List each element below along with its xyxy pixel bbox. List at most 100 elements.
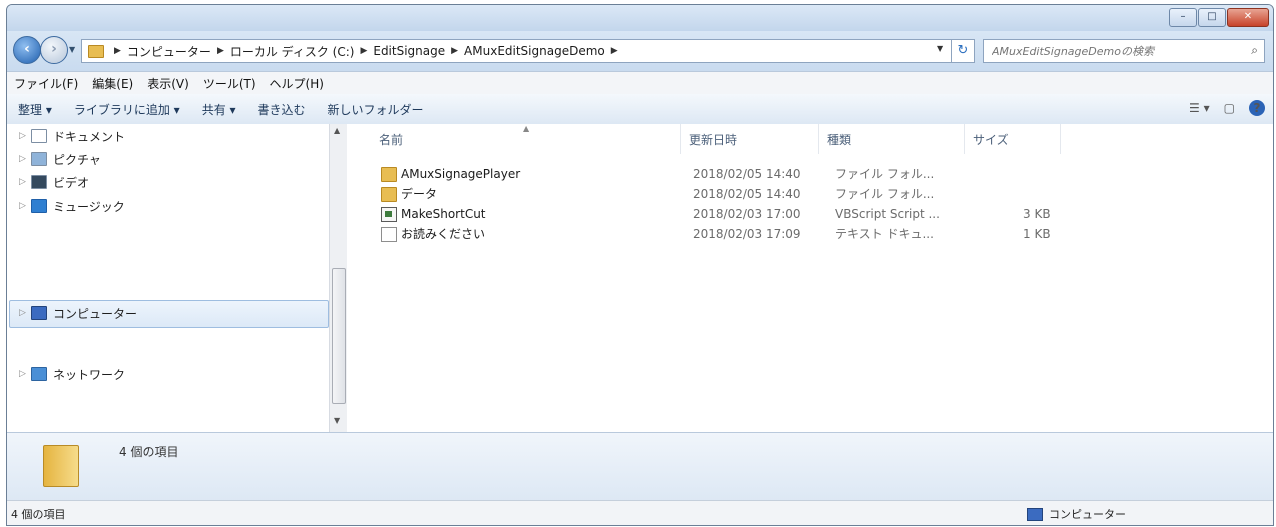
breadcrumb-chevron-icon[interactable]: ▶ — [360, 46, 367, 56]
menu-view[interactable]: 表示(V) — [140, 75, 196, 92]
search-input[interactable] — [990, 40, 1234, 62]
folder-icon — [88, 44, 104, 58]
address-row: ‹ › ▼ ▶ コンピューター ▶ ローカル ディスク (C:) ▶ EditS… — [7, 31, 1273, 71]
nav-item-videos[interactable]: ▷ ビデオ — [19, 172, 89, 192]
text-file-icon — [381, 227, 397, 242]
file-name: MakeShortCut — [401, 207, 486, 221]
file-date: 2018/02/03 17:09 — [693, 227, 801, 241]
scroll-down-arrow-icon[interactable]: ▼ — [334, 416, 340, 425]
breadcrumb-editsignage[interactable]: EditSignage — [373, 44, 445, 58]
file-row[interactable]: お読みください 2018/02/03 17:09 テキスト ドキュ... 1 K… — [347, 224, 1051, 244]
file-type: ファイル フォル... — [835, 187, 935, 201]
organize-button[interactable]: 整理 ▾ — [7, 101, 63, 118]
computer-icon — [31, 306, 47, 320]
expand-arrow-icon[interactable]: ▷ — [19, 131, 31, 141]
title-bar: – □ ✕ — [7, 5, 1273, 31]
folder-icon — [43, 445, 79, 487]
expand-arrow-icon[interactable]: ▷ — [19, 201, 31, 211]
breadcrumb-local-disk[interactable]: ローカル ディスク (C:) — [230, 43, 355, 60]
menu-tools[interactable]: ツール(T) — [196, 75, 263, 92]
nav-item-documents[interactable]: ▷ ドキュメント — [19, 126, 125, 146]
file-date: 2018/02/05 14:40 — [693, 167, 801, 181]
sort-indicator-icon: ▲ — [523, 124, 530, 133]
forward-button[interactable]: › — [40, 36, 68, 64]
breadcrumb-chevron-icon[interactable]: ▶ — [451, 46, 458, 56]
file-row[interactable]: MakeShortCut 2018/02/03 17:00 VBScript S… — [347, 204, 1051, 224]
details-item-count: 4 個の項目 — [119, 445, 179, 459]
expand-arrow-icon[interactable]: ▷ — [19, 308, 31, 318]
menu-file[interactable]: ファイル(F) — [7, 75, 85, 92]
nav-item-label: ビデオ — [53, 175, 90, 190]
close-button[interactable]: ✕ — [1227, 8, 1269, 27]
nav-item-pictures[interactable]: ▷ ピクチャ — [19, 149, 101, 169]
minimize-button[interactable]: – — [1169, 8, 1197, 27]
add-to-library-button[interactable]: ライブラリに追加 ▾ — [63, 101, 191, 118]
new-folder-button[interactable]: 新しいフォルダー — [317, 101, 435, 118]
menu-edit[interactable]: 編集(E) — [85, 75, 140, 92]
breadcrumb-chevron-icon[interactable]: ▶ — [217, 46, 224, 56]
menu-help[interactable]: ヘルプ(H) — [263, 75, 331, 92]
breadcrumb-current-folder[interactable]: AMuxEditSignageDemo — [464, 44, 605, 58]
file-type: VBScript Script ... — [835, 207, 940, 221]
refresh-icon[interactable]: ↻ — [951, 39, 975, 63]
file-type: ファイル フォル... — [835, 167, 935, 181]
navigation-scrollbar[interactable]: ▲ ▼ — [329, 124, 347, 432]
column-header-label: 種類 — [827, 132, 852, 147]
nav-item-network[interactable]: ▷ ネットワーク — [19, 364, 125, 384]
scrollbar-thumb[interactable] — [332, 268, 346, 404]
caption-buttons: – □ ✕ — [1168, 8, 1269, 27]
breadcrumb-chevron-icon[interactable]: ▶ — [114, 46, 121, 56]
menu-bar: ファイル(F) 編集(E) 表示(V) ツール(T) ヘルプ(H) — [7, 71, 1273, 95]
preview-pane-icon[interactable]: ▢ — [1224, 101, 1235, 115]
picture-icon — [31, 152, 47, 166]
details-pane: 4 個の項目 — [7, 432, 1273, 501]
nav-item-label: ミュージック — [53, 199, 125, 214]
expand-arrow-icon[interactable]: ▷ — [19, 369, 31, 379]
file-row[interactable]: AMuxSignagePlayer 2018/02/05 14:40 ファイル … — [347, 164, 1047, 184]
music-icon — [31, 199, 47, 213]
breadcrumb-chevron-icon[interactable]: ▶ — [611, 46, 618, 56]
address-dropdown-icon[interactable]: ▼ — [937, 44, 943, 53]
file-name: AMuxSignagePlayer — [401, 167, 521, 181]
file-size: 3 KB — [1023, 207, 1051, 221]
explorer-window: – □ ✕ ‹ › ▼ ▶ コンピューター ▶ ローカル ディスク (C:) ▶… — [6, 4, 1274, 526]
column-header-label: 更新日時 — [689, 132, 738, 147]
search-box[interactable]: ⌕ — [983, 39, 1265, 63]
expand-arrow-icon[interactable]: ▷ — [19, 154, 31, 164]
breadcrumb-computer[interactable]: コンピューター — [127, 43, 211, 60]
file-row[interactable]: データ 2018/02/05 14:40 ファイル フォル... — [347, 184, 1047, 204]
burn-button[interactable]: 書き込む — [247, 101, 317, 118]
computer-icon — [1027, 507, 1043, 521]
address-bar[interactable]: ▶ コンピューター ▶ ローカル ディスク (C:) ▶ EditSignage… — [81, 39, 953, 63]
expand-arrow-icon[interactable]: ▷ — [19, 177, 31, 187]
view-options-icon[interactable]: ☰ ▾ — [1189, 101, 1210, 115]
status-bar: 4 個の項目 コンピューター — [7, 500, 1273, 525]
document-icon — [31, 129, 47, 143]
maximize-button[interactable]: □ — [1198, 8, 1226, 27]
command-bar: 整理 ▾ ライブラリに追加 ▾ 共有 ▾ 書き込む 新しいフォルダー ☰ ▾ ▢… — [7, 94, 1273, 125]
column-header-type[interactable]: 種類 — [819, 124, 965, 154]
file-date: 2018/02/03 17:00 — [693, 207, 801, 221]
search-icon[interactable]: ⌕ — [1251, 43, 1258, 58]
nav-item-label: ネットワーク — [53, 367, 126, 382]
nav-item-label: コンピューター — [53, 306, 138, 321]
nav-item-label: ドキュメント — [53, 129, 126, 144]
status-item-count: 4 個の項目 — [11, 508, 66, 521]
back-button[interactable]: ‹ — [13, 36, 41, 64]
file-list: 名前 ▲ 更新日時 種類 サイズ AMuxSignagePlayer 2018/… — [347, 124, 1273, 432]
column-header-size[interactable]: サイズ — [965, 124, 1061, 154]
nav-item-label: ピクチャ — [53, 152, 101, 167]
status-location-label: コンピューター — [1049, 508, 1126, 521]
help-icon[interactable]: ? — [1249, 100, 1265, 116]
nav-item-computer[interactable]: ▷ コンピューター — [19, 303, 137, 323]
scroll-up-arrow-icon[interactable]: ▲ — [334, 126, 340, 135]
file-name: データ — [401, 187, 438, 201]
nav-item-music[interactable]: ▷ ミュージック — [19, 196, 125, 216]
navigation-pane: ▷ ドキュメント ▷ ピクチャ ▷ ビデオ ▷ ミュージック ▷ コンピューター… — [7, 124, 329, 432]
recent-pages-chevron-icon[interactable]: ▼ — [69, 45, 75, 54]
breadcrumb: ▶ コンピューター ▶ ローカル ディスク (C:) ▶ EditSignage… — [108, 43, 624, 60]
script-icon — [381, 207, 397, 222]
share-button[interactable]: 共有 ▾ — [191, 101, 247, 118]
file-size: 1 KB — [1023, 227, 1051, 241]
column-header-date[interactable]: 更新日時 — [681, 124, 819, 154]
